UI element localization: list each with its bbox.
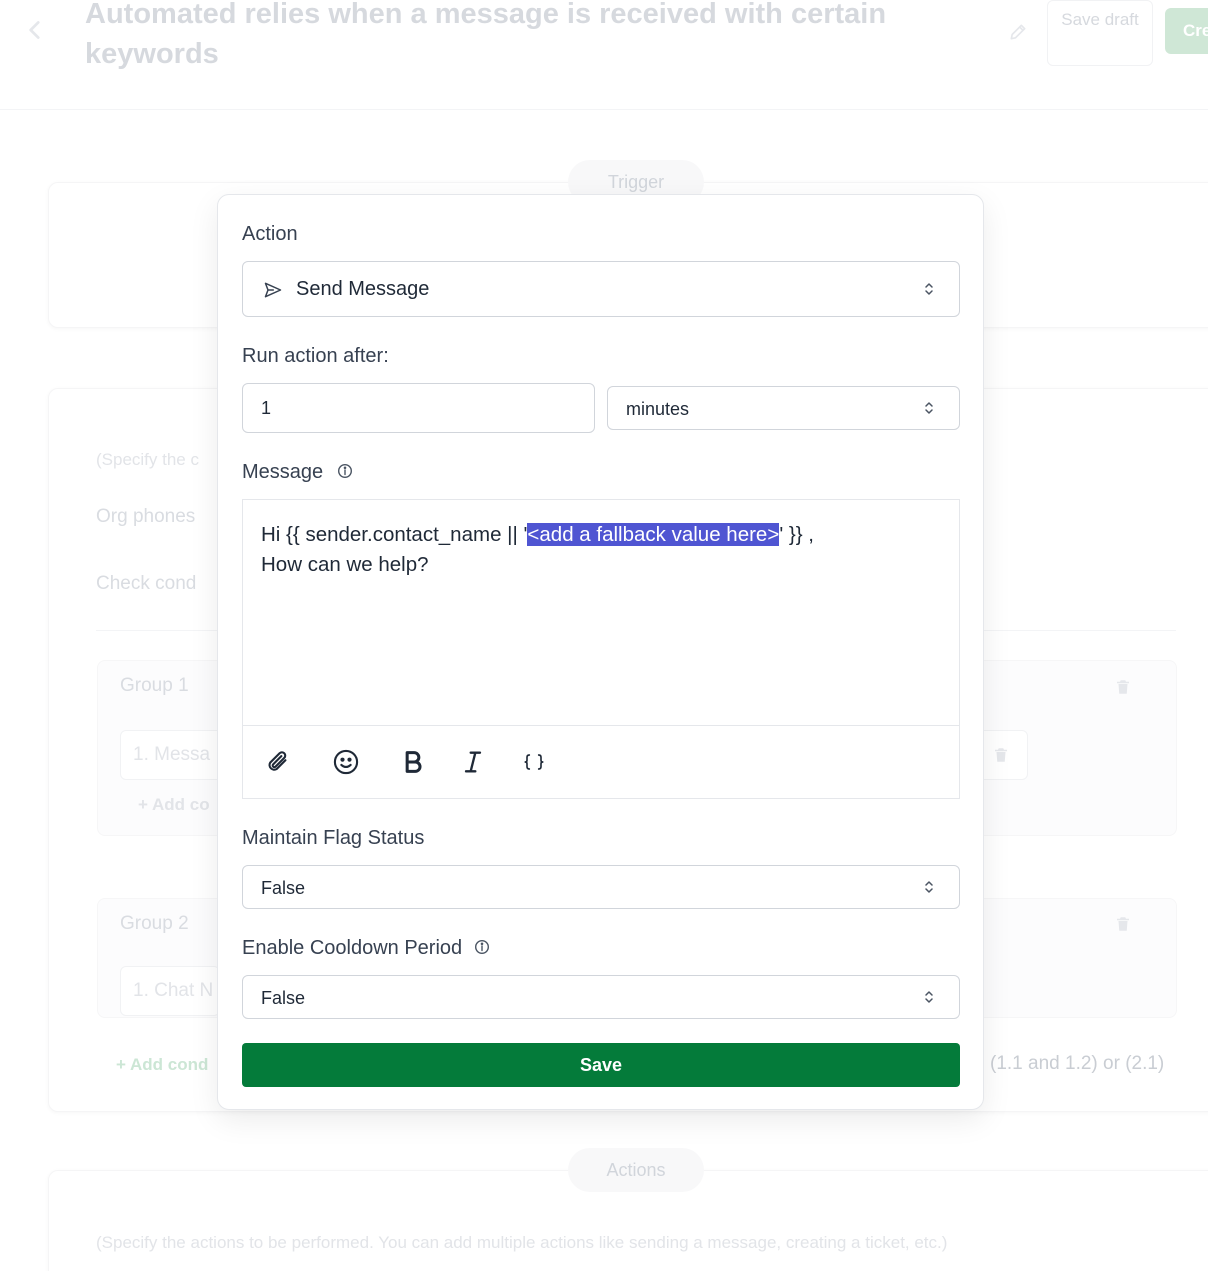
group-1-title: Group 1: [120, 675, 189, 696]
cooldown-label-row: Enable Cooldown Period: [242, 937, 490, 960]
cooldown-select[interactable]: False: [242, 975, 960, 1019]
group-2-condition-text: 1. Chat N: [133, 980, 214, 1001]
chevron-up-down-icon: [925, 283, 933, 295]
action-select[interactable]: Send Message: [242, 261, 960, 317]
chevron-up-down-icon: [925, 991, 933, 1003]
flag-status-value: False: [261, 878, 306, 898]
run-after-number-value: 1: [261, 398, 272, 418]
page-title: Automated relies when a message is recei…: [85, 0, 887, 70]
message-line-2: How can we help?: [261, 553, 429, 576]
actions-section-label: Actions: [568, 1148, 704, 1192]
run-after-label: Run action after:: [242, 345, 389, 367]
chevron-up-down-icon: [925, 402, 933, 414]
save-draft-button[interactable]: Save draft: [1047, 0, 1153, 66]
chevron-up-down-icon: [925, 881, 933, 893]
actions-hint: (Specify the actions to be performed. Yo…: [96, 1233, 948, 1252]
page-header: Automated relies when a message is recei…: [0, 0, 1208, 110]
message-text-start: Hi {{ sender.contact_name || ': [261, 523, 528, 546]
action-label: Action: [242, 223, 298, 245]
check-conditions-label: Check cond: [96, 573, 197, 594]
emoji-icon[interactable]: [332, 748, 360, 776]
group-2-title: Group 2: [120, 913, 189, 934]
trash-icon[interactable]: [1114, 915, 1132, 933]
cooldown-label: Enable Cooldown Period: [242, 937, 463, 959]
conditions-hint: (Specify the c: [96, 450, 199, 469]
flag-status-label: Maintain Flag Status: [242, 827, 425, 849]
message-label: Message: [242, 461, 324, 483]
add-condition-group-link[interactable]: + Add cond: [116, 1055, 208, 1075]
run-after-unit-value: minutes: [626, 399, 690, 419]
org-phones-label: Org phones: [96, 506, 196, 527]
paperclip-icon[interactable]: [265, 748, 293, 776]
message-fallback-highlight[interactable]: <add a fallback value here>: [527, 523, 780, 546]
info-icon[interactable]: [337, 463, 353, 479]
cooldown-value: False: [261, 988, 306, 1008]
condition-logic-text: (1.1 and 1.2) or (2.1): [990, 1053, 1165, 1074]
info-icon[interactable]: [474, 939, 490, 955]
variable-braces-icon[interactable]: [520, 748, 548, 776]
run-after-number-input[interactable]: 1: [242, 383, 595, 433]
group-1-add-condition-link[interactable]: + Add co: [138, 795, 210, 815]
italic-icon[interactable]: [459, 748, 487, 776]
flag-status-select[interactable]: False: [242, 865, 960, 909]
action-select-value: Send Message: [296, 278, 430, 300]
send-icon: [264, 282, 282, 298]
chevron-left-icon[interactable]: [22, 17, 48, 43]
message-label-row: Message: [242, 461, 353, 484]
pencil-icon[interactable]: [1008, 22, 1028, 42]
run-after-unit-select[interactable]: minutes: [607, 386, 960, 430]
message-text-end: ' }} ,: [779, 523, 815, 546]
action-modal: Action Send Message Run action after: 1 …: [217, 194, 984, 1110]
group-1-condition-text: 1. Messa: [133, 744, 211, 765]
save-button[interactable]: Save: [242, 1043, 960, 1087]
bold-icon[interactable]: [399, 748, 427, 776]
trash-icon[interactable]: [1114, 678, 1132, 696]
message-editor-text[interactable]: Hi {{ sender.contact_name || '<add a fal…: [261, 520, 941, 580]
create-button[interactable]: Cre: [1165, 8, 1208, 54]
trash-icon[interactable]: [992, 746, 1010, 764]
message-editor-toolbar: [242, 725, 960, 799]
